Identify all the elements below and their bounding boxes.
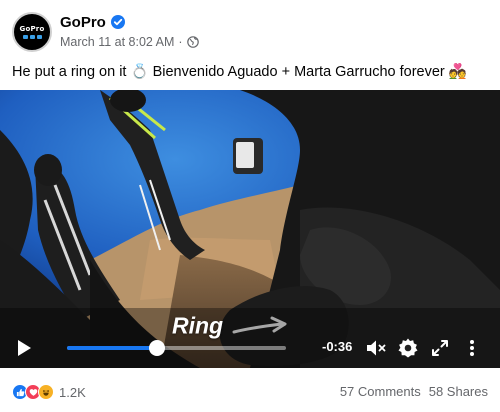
gopro-logo: GoPro [19, 22, 45, 42]
engagement-counts: 57 Comments 58 Shares [340, 384, 488, 399]
haha-icon [38, 384, 54, 400]
verified-badge-icon [110, 15, 125, 29]
page-avatar[interactable]: GoPro [12, 12, 52, 52]
post-text: He put a ring on it 💍 Bienvenido Aguado … [12, 64, 467, 80]
gear-icon[interactable] [396, 336, 420, 360]
reaction-count[interactable]: 1.2K [59, 385, 86, 400]
video-frame [0, 90, 500, 368]
avatar-logo-marks [22, 35, 42, 39]
reaction-summary[interactable]: 1.2K [12, 384, 86, 400]
post-timestamp[interactable]: March 11 at 8:02 AM [60, 35, 174, 49]
expand-icon[interactable] [428, 336, 452, 360]
meta-separator: · [178, 35, 183, 49]
shares-count-link[interactable]: 58 Shares [429, 384, 488, 399]
post-header: GoPro GoPro March 11 at 8:02 AM · [0, 0, 500, 56]
page-name-link[interactable]: GoPro [60, 14, 106, 31]
avatar-logo-text: GoPro [19, 25, 45, 33]
video-progress-bar[interactable] [67, 340, 286, 356]
page-name-row: GoPro [60, 12, 125, 32]
video-progress-thumb[interactable] [148, 340, 165, 356]
video-controls: -0:36 [0, 328, 500, 368]
post-meta: March 11 at 8:02 AM · [60, 33, 199, 51]
globe-icon[interactable] [186, 36, 199, 48]
video-time-remaining: -0:36 [322, 339, 353, 354]
comments-count-link[interactable]: 57 Comments [340, 384, 421, 399]
more-vertical-icon[interactable] [460, 336, 484, 360]
video-progress-fill [67, 346, 157, 350]
post-footer: 1.2K 57 Comments 58 Shares [0, 368, 500, 412]
video-player[interactable]: Ring -0:36 [0, 90, 500, 368]
play-icon[interactable] [14, 336, 34, 360]
volume-muted-icon[interactable] [364, 336, 388, 360]
